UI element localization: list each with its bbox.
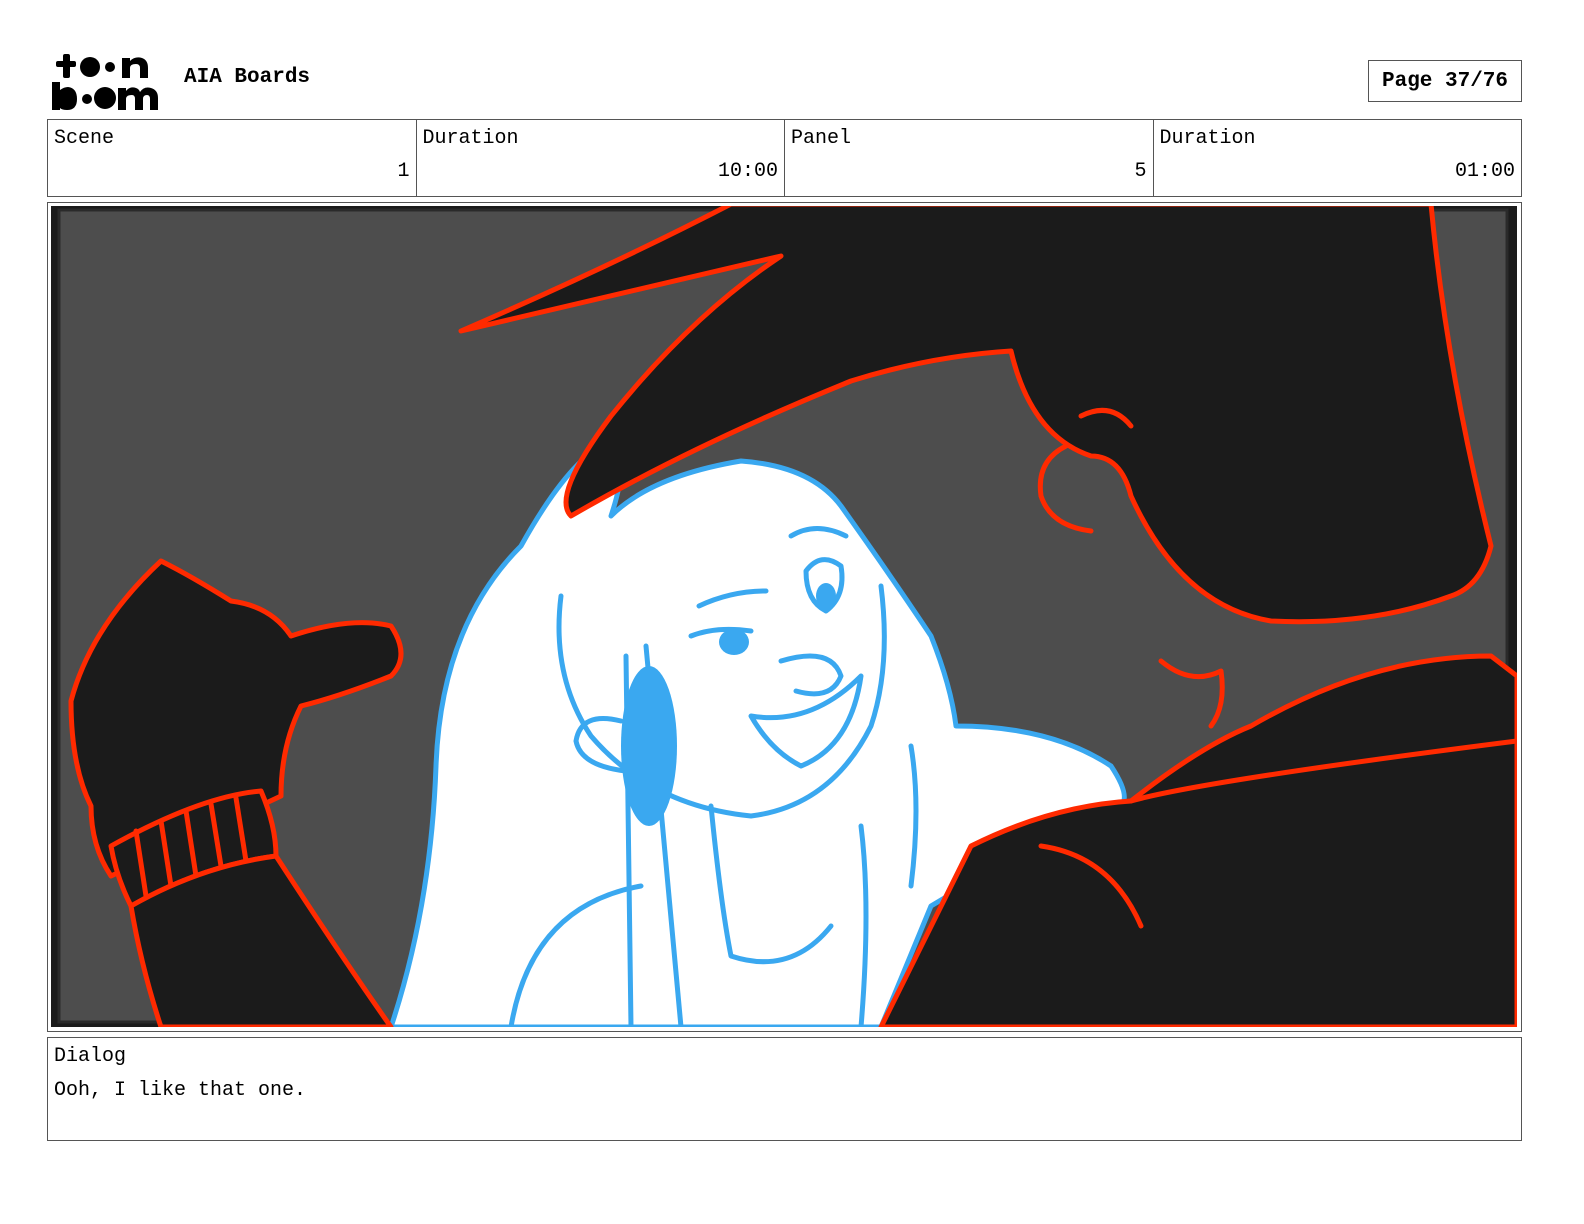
scene-duration-cell: Duration 10:00 — [417, 120, 785, 196]
panel-cell: Panel 5 — [785, 120, 1154, 196]
scene-cell: Scene 1 — [48, 120, 417, 196]
dialog-label: Dialog — [54, 1045, 127, 1068]
storyboard-drawing — [57, 206, 1517, 1027]
panel-value: 5 — [1134, 160, 1147, 183]
page-indicator: Page 37/76 — [1368, 60, 1522, 102]
panel-duration-cell: Duration 01:00 — [1154, 120, 1522, 196]
dialog-text: Ooh, I like that one. — [54, 1079, 307, 1102]
panel-duration-label: Duration — [1159, 127, 1256, 150]
toon-boom-logo — [52, 54, 158, 110]
dialog-box: Dialog Ooh, I like that one. — [47, 1037, 1522, 1141]
panel-duration-value: 01:00 — [1454, 160, 1515, 183]
panel-info-row: Scene 1 Duration 10:00 Panel 5 Duration … — [47, 119, 1522, 197]
storyboard-frame — [47, 202, 1522, 1032]
scene-label: Scene — [54, 127, 115, 150]
scene-duration-value: 10:00 — [717, 160, 778, 183]
scene-duration-label: Duration — [422, 127, 519, 150]
panel-label: Panel — [791, 127, 852, 150]
storyboard-image — [51, 206, 1517, 1027]
scene-value: 1 — [397, 160, 410, 183]
project-title: AIA Boards — [184, 66, 311, 89]
